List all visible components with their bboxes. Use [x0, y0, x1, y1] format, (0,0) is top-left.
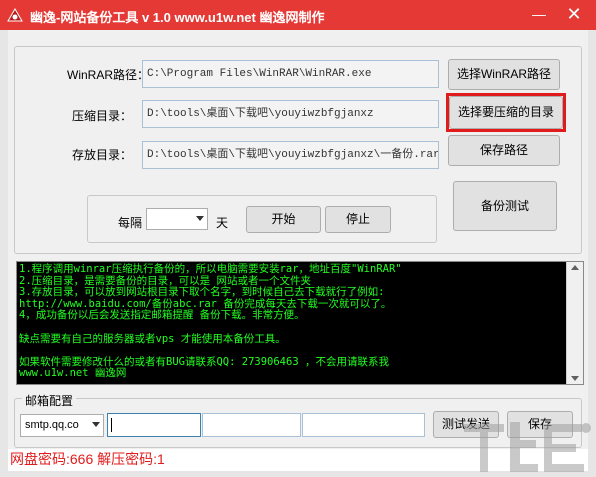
minimize-button[interactable]: —: [524, 0, 554, 28]
chevron-down-icon: [196, 216, 204, 221]
title-bar: 幽逸-网站备份工具 v 1.0 www.u1w.net 幽逸网制作 — ✕: [0, 0, 596, 30]
chevron-down-icon: [92, 422, 100, 427]
backup-test-button[interactable]: 备份测试: [453, 181, 557, 231]
start-button[interactable]: 开始: [246, 206, 321, 233]
email-recipient-field[interactable]: [302, 413, 425, 437]
app-logo-icon: [7, 8, 23, 22]
mail-config-legend: 邮箱配置: [22, 392, 77, 409]
compress-dir-field[interactable]: D:\tools\桌面\下载吧\youyiwzbfgjanxz: [142, 100, 439, 128]
select-winrar-button[interactable]: 选择WinRAR路径: [448, 59, 560, 90]
save-path-button[interactable]: 保存路径: [448, 135, 560, 166]
email-password-field[interactable]: [202, 413, 301, 437]
email-account-field[interactable]: [107, 413, 201, 437]
smtp-select[interactable]: smtp.qq.co: [20, 414, 104, 437]
console-scrollbar[interactable]: [566, 262, 583, 384]
compress-dir-label: 压缩目录：: [72, 109, 133, 123]
console-text: 1.程序调用winrar压缩执行备份的，所以电脑需要安装rar，地址百度"Win…: [19, 263, 567, 380]
close-button[interactable]: ✕: [556, 0, 592, 28]
text-caret: [111, 418, 112, 432]
highlight-annotation: [446, 93, 566, 132]
day-unit-label: 天: [216, 216, 229, 230]
winrar-path-field[interactable]: C:\Program Files\WinRAR\WinRAR.exe: [142, 60, 439, 88]
winrar-path-label: WinRAR路径：: [67, 68, 150, 82]
console-line: 1.程序调用winrar压缩执行备份的，所以电脑需要安装rar，地址百度"Win…: [19, 263, 402, 275]
scroll-up-icon[interactable]: [571, 265, 579, 270]
info-console[interactable]: 1.程序调用winrar压缩执行备份的，所以电脑需要安装rar，地址百度"Win…: [16, 261, 584, 385]
console-line: 4，成功备份以后会发送指定邮箱提醒 备份下载。非常方便。: [19, 309, 305, 322]
smtp-selected-value: smtp.qq.co: [25, 419, 79, 431]
console-line: 缺点需要有自己的服务器或者vps 才能使用本备份工具。: [19, 332, 286, 345]
scroll-down-icon[interactable]: [571, 376, 579, 381]
every-label: 每隔: [118, 216, 143, 230]
store-dir-field[interactable]: D:\tools\桌面\下载吧\youyiwzbfgjanxz\一备份.rar: [142, 141, 439, 169]
window-title: 幽逸-网站备份工具 v 1.0 www.u1w.net 幽逸网制作: [30, 10, 325, 25]
watermark-logo-icon: [464, 422, 591, 472]
store-dir-label: 存放目录：: [72, 148, 133, 162]
stop-button[interactable]: 停止: [325, 206, 391, 233]
interval-select[interactable]: [146, 208, 208, 230]
console-line: www.u1w.net 幽逸网: [19, 367, 127, 380]
